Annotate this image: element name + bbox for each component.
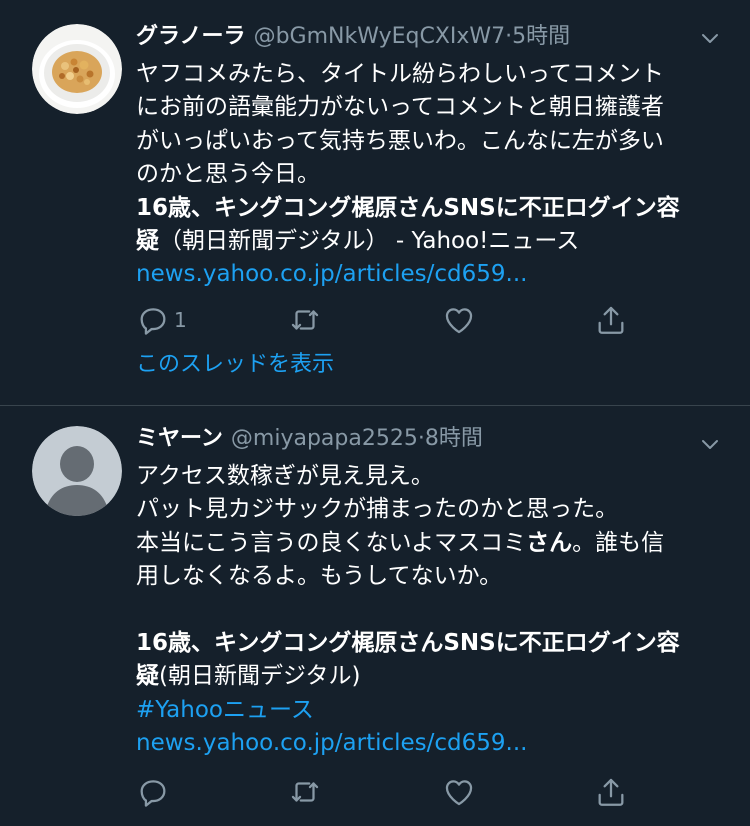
share-button[interactable]: [594, 772, 628, 812]
tweet-header: グラノーラ @bGmNkWyEqCXIxW7·5時間: [136, 20, 570, 54]
headline-bold: 疑: [136, 663, 159, 690]
avatar[interactable]: [32, 426, 122, 516]
tweet-text-line: ヤフコメみたら、タイトル紛らわしいってコメント: [136, 61, 664, 87]
tweet-text-line: のかと思う今日。: [136, 161, 320, 188]
tweet-text-line: にお前の語彙能力がないってコメントと朝日擁護者: [136, 94, 664, 121]
tweet-text-line: がいっぱいおって気持ち悪いわ。こんなに左が多い: [136, 127, 664, 154]
reply-icon: [140, 780, 166, 807]
share-button[interactable]: [594, 300, 628, 340]
share-icon: [598, 778, 624, 806]
chevron-down-icon[interactable]: [698, 26, 722, 50]
tweet-actions: 1: [136, 300, 656, 340]
reply-button[interactable]: 1: [136, 300, 187, 340]
headline-line: 16歳、キングコング梶原さんSNSに不正ログイン容: [136, 194, 680, 221]
tweet-text: ヤフコメみたら、タイトル紛らわしいってコメント にお前の語彙能力がないってコメン…: [136, 58, 680, 292]
user-handle[interactable]: @bGmNkWyEqCXIxW7: [254, 24, 506, 49]
headline-bold: 疑: [136, 227, 159, 254]
default-profile-image: [32, 426, 122, 516]
article-link[interactable]: news.yahoo.co.jp/articles/cd659...: [136, 727, 680, 760]
headline-source: (朝日新聞デジタル): [159, 663, 361, 690]
timestamp[interactable]: 5時間: [512, 24, 570, 49]
tweet-actions: [136, 772, 656, 812]
tweet-text-line: パット見カジサックが捕まったのかと思った。: [136, 496, 619, 523]
retweet-button[interactable]: [288, 772, 322, 812]
retweet-button[interactable]: [288, 300, 322, 340]
reply-button[interactable]: [136, 772, 170, 812]
like-button[interactable]: [442, 300, 476, 340]
tweet-text-segment: 。誰も信: [572, 529, 665, 556]
article-link[interactable]: news.yahoo.co.jp/articles/cd659...: [136, 258, 680, 291]
tweet-header: ミヤーン @miyapapa2525·8時間: [136, 422, 483, 456]
user-handle[interactable]: @miyapapa2525: [231, 426, 418, 451]
tweet[interactable]: ミヤーン @miyapapa2525·8時間 アクセス数稼ぎが見え見え。 パット見…: [0, 406, 750, 826]
hashtag-link[interactable]: #Yahooニュース: [136, 694, 680, 727]
headline-line: 16歳、キングコング梶原さんSNSに不正ログイン容: [136, 629, 680, 656]
timestamp[interactable]: 8時間: [425, 426, 483, 451]
retweet-icon: [291, 782, 319, 802]
like-icon: [445, 308, 473, 334]
headline-source: （朝日新聞デジタル） - Yahoo!ニュース: [159, 227, 580, 254]
reply-count: 1: [174, 308, 187, 332]
tweet-text-segment: 本当にこう言うの良くないよマスコミ: [136, 529, 527, 556]
reply-icon: [140, 308, 166, 335]
retweet-icon: [291, 310, 319, 330]
tweet-text: アクセス数稼ぎが見え見え。 パット見カジサックが捕まったのかと思った。 本当にこ…: [136, 460, 680, 761]
display-name[interactable]: ミヤーン: [136, 426, 223, 451]
show-thread-link[interactable]: このスレッドを表示: [136, 346, 334, 378]
avatar[interactable]: [32, 24, 122, 114]
tweet-text-line: アクセス数稼ぎが見え見え。: [136, 463, 434, 489]
chevron-down-icon[interactable]: [698, 432, 722, 456]
granola-bowl-image: [32, 24, 122, 114]
like-button[interactable]: [442, 772, 476, 812]
share-icon: [598, 306, 624, 334]
tweet-text-bold: さん: [526, 529, 573, 556]
tweet-text-line: 用しなくなるよ。もうしてないか。: [136, 563, 503, 590]
separator-dot: ·: [417, 426, 425, 451]
tweet[interactable]: グラノーラ @bGmNkWyEqCXIxW7·5時間 ヤフコメみたら、タイトル紛ら…: [0, 0, 750, 406]
display-name[interactable]: グラノーラ: [136, 24, 246, 49]
like-icon: [445, 780, 473, 806]
